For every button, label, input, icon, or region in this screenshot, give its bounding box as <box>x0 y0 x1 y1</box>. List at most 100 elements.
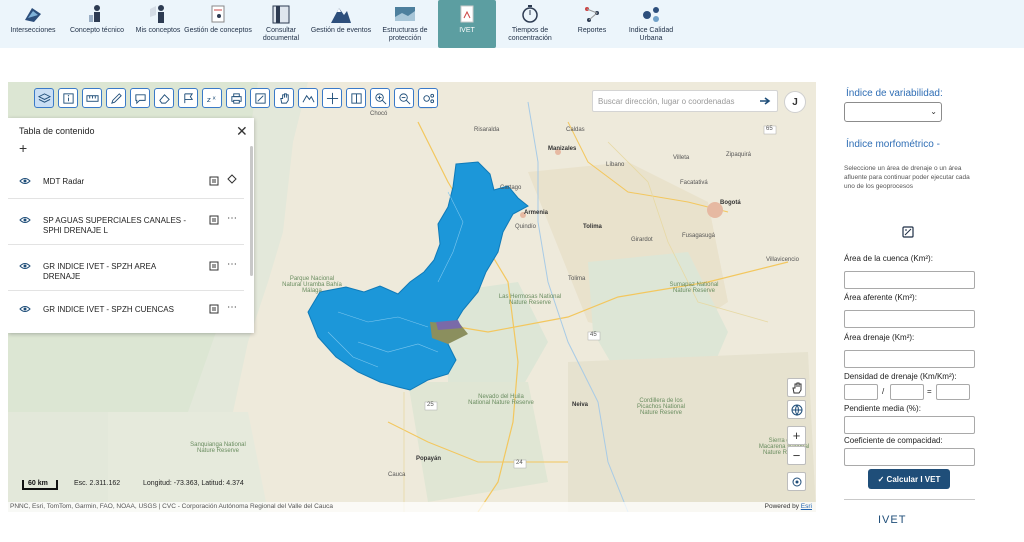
calcular-ivet-button[interactable]: ✓ Calcular I VET <box>868 469 950 489</box>
zoom-out-tool-button[interactable] <box>394 88 414 108</box>
densidad-result-field[interactable] <box>936 384 970 400</box>
coordinates-tool-button[interactable]: zx <box>202 88 222 108</box>
map-label-quindio: Quindío <box>515 224 537 230</box>
pan-tool-button[interactable] <box>274 88 294 108</box>
map-label-manizales: Manizales <box>548 146 577 152</box>
user-avatar-button[interactable]: J <box>784 91 806 113</box>
zoom-in-button[interactable]: + <box>787 426 806 445</box>
nav-item-concepto-tecnico[interactable]: Concepto técnico <box>62 0 132 48</box>
toc-scrollbar[interactable] <box>250 146 253 276</box>
road-shield-24: 24 <box>516 460 523 466</box>
info-tool-button[interactable] <box>58 88 78 108</box>
area-cuenca-label: Área de la cuenca (Km²): <box>844 254 933 263</box>
area-aferente-field[interactable] <box>844 310 975 328</box>
zoom-in-icon <box>374 92 386 104</box>
search-submit-icon[interactable] <box>759 96 771 106</box>
pencil-icon <box>110 92 122 104</box>
zoom-out-button[interactable]: − <box>787 446 806 465</box>
map-tool-button[interactable] <box>250 88 270 108</box>
map-label-sumapaz: Sumapaz National Nature Reserve <box>669 282 719 294</box>
nav-item-mis-conceptos[interactable]: Mis conceptos <box>132 0 184 48</box>
area-drenaje-field[interactable] <box>844 350 975 368</box>
add-layer-icon[interactable]: + <box>19 140 27 156</box>
eraser-icon <box>158 93 170 104</box>
eye-icon[interactable] <box>19 177 31 187</box>
nav-item-indice-calidad[interactable]: Indice Calidad Urbana <box>620 0 682 48</box>
nav-label: Indice Calidad Urbana <box>628 27 674 42</box>
nav-item-gestion-eventos[interactable]: Gestión de eventos <box>310 0 372 48</box>
nav-item-intersecciones[interactable]: Intersecciones <box>4 0 62 48</box>
basin-select-icon[interactable] <box>902 225 914 243</box>
draw-tool-button[interactable] <box>106 88 126 108</box>
scale-bar: 60 km <box>22 480 58 490</box>
coeficiente-field[interactable] <box>844 448 975 466</box>
profile-tool-button[interactable] <box>298 88 318 108</box>
map-label-huila: Nevado del Huila National Nature Reserve <box>468 394 534 406</box>
split-view-icon <box>350 92 362 104</box>
settings-tool-button[interactable] <box>418 88 438 108</box>
nav-label: Concepto técnico <box>69 27 125 34</box>
divider <box>8 244 244 245</box>
search-placeholder: Buscar dirección, lugar o coordenadas <box>598 96 735 106</box>
user-initial: J <box>792 96 798 108</box>
nav-item-consultar-documental[interactable]: Consultar documental <box>252 0 310 48</box>
esri-link[interactable]: Esri <box>801 503 812 510</box>
map-label-armenia: Armenia <box>524 210 549 216</box>
layer-name: MDT Radar <box>43 177 85 186</box>
hand-icon <box>791 382 801 393</box>
map-label-tolima-city: Tolima <box>583 224 602 230</box>
comment-tool-button[interactable] <box>130 88 150 108</box>
more-options-icon[interactable]: ⋯ <box>227 302 237 313</box>
nav-item-gestion-conceptos[interactable]: Gestión de conceptos <box>184 0 252 48</box>
address-search-input[interactable]: Buscar dirección, lugar o coordenadas <box>592 90 778 112</box>
variability-select[interactable]: ⌄ <box>844 102 942 122</box>
map-label-girardot: Girardot <box>631 237 653 243</box>
zoom-in-tool-button[interactable] <box>370 88 390 108</box>
pendiente-field[interactable] <box>844 416 975 434</box>
eye-icon[interactable] <box>19 216 31 226</box>
table-of-contents-panel: Tabla de contenido ✕ + MDT Radar SP AGUA… <box>8 118 254 333</box>
toc-title: Tabla de contenido <box>19 126 95 136</box>
legend-icon[interactable] <box>209 304 219 316</box>
map-label-risaralda: Risaralda <box>474 127 500 133</box>
more-options-icon[interactable]: ⋯ <box>227 213 237 224</box>
locate-button[interactable] <box>787 472 806 491</box>
divide-sign: / <box>882 387 885 396</box>
legend-icon[interactable] <box>209 261 219 273</box>
erase-tool-button[interactable] <box>154 88 174 108</box>
flag-tool-button[interactable] <box>178 88 198 108</box>
legend-icon[interactable] <box>209 176 219 188</box>
legend-icon[interactable] <box>209 215 219 227</box>
mountain-icon <box>330 3 352 25</box>
eye-icon[interactable] <box>19 305 31 315</box>
densidad-numerator-field[interactable] <box>844 384 878 400</box>
print-tool-button[interactable] <box>226 88 246 108</box>
top-navigation: Intersecciones Concepto técnico Mis conc… <box>0 0 1024 48</box>
nav-item-estructuras[interactable]: Estructuras de protección <box>372 0 438 48</box>
nav-item-reportes[interactable]: Reportes <box>564 0 620 48</box>
move-tool-button[interactable] <box>322 88 342 108</box>
area-cuenca-field[interactable] <box>844 271 975 289</box>
basemap-control-button[interactable] <box>787 400 806 419</box>
nav-item-tiempos[interactable]: Tiempos de concentración <box>496 0 564 48</box>
map-label-choco: Chocó <box>370 111 388 117</box>
layers-tool-button[interactable] <box>34 88 54 108</box>
archive-icon <box>270 3 292 25</box>
layer-style-icon[interactable] <box>227 174 237 187</box>
map-label-popayan: Popayán <box>416 456 442 462</box>
powered-by-text: Powered by <box>764 503 799 510</box>
eye-icon[interactable] <box>19 262 31 272</box>
map-view[interactable]: Chocó Risaralda Caldas Manizales Líbano … <box>8 82 816 512</box>
layers-icon <box>37 92 51 103</box>
nav-label: Estructuras de protección <box>382 27 428 42</box>
printer-icon <box>230 92 242 104</box>
swipe-tool-button[interactable] <box>346 88 366 108</box>
measure-tool-button[interactable] <box>82 88 102 108</box>
more-options-icon[interactable]: ⋯ <box>227 259 237 270</box>
nav-label: Reportes <box>577 27 607 34</box>
close-icon[interactable]: ✕ <box>236 123 248 140</box>
nav-item-ivet[interactable]: IVET <box>438 0 496 48</box>
densidad-denominator-field[interactable] <box>890 384 924 400</box>
pan-control-button[interactable] <box>787 378 806 397</box>
map-label-caldas: Caldas <box>566 127 585 133</box>
